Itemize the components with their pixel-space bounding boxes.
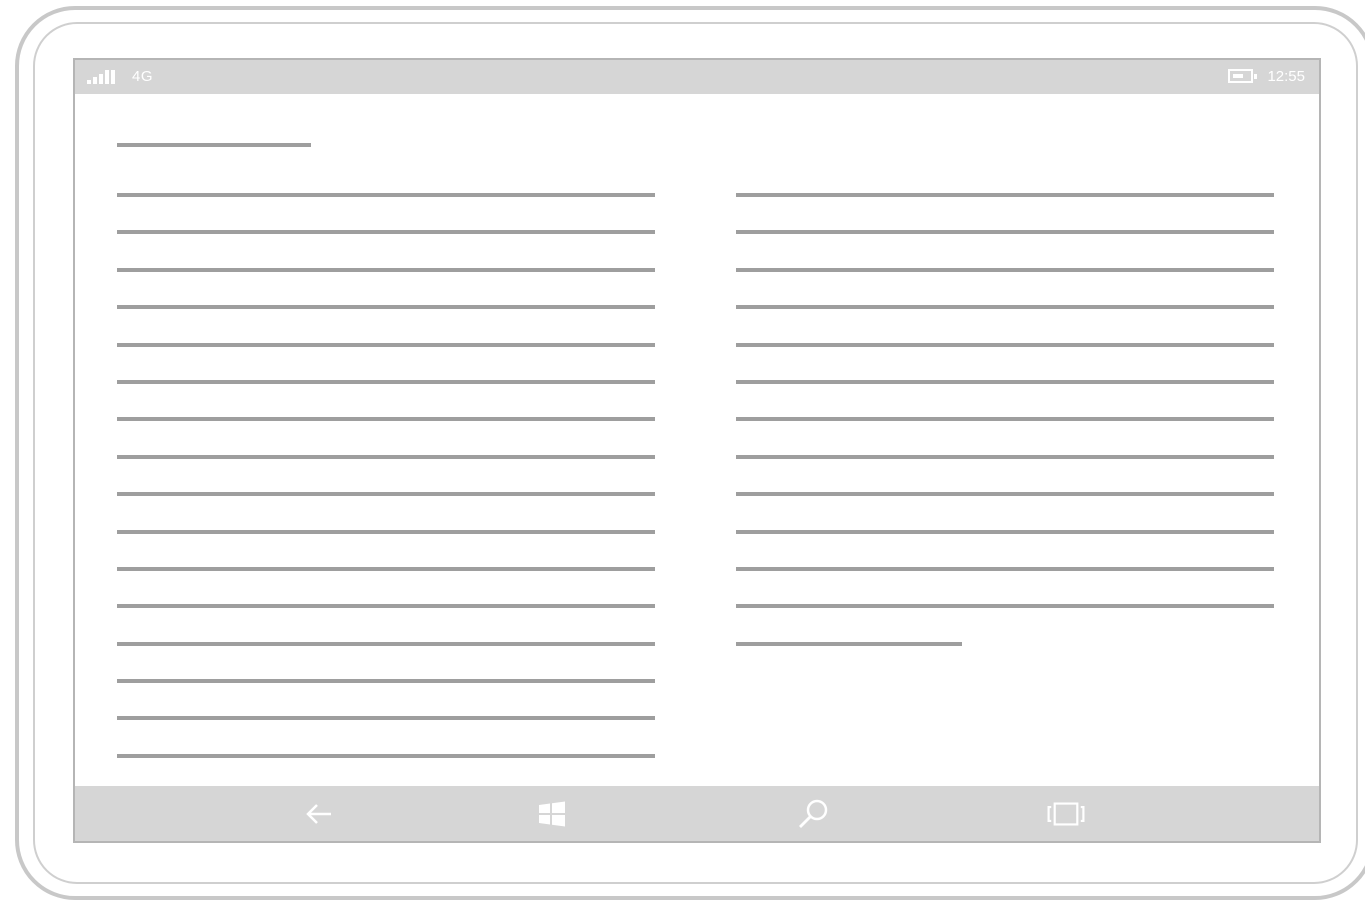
tablet-screen: 4G 12:55 xyxy=(73,58,1321,843)
title-placeholder-line xyxy=(117,143,311,147)
text-placeholder-line xyxy=(117,193,655,197)
search-button[interactable] xyxy=(793,794,833,834)
navigation-bar xyxy=(75,786,1319,841)
text-placeholder-line xyxy=(736,641,962,646)
text-placeholder-line xyxy=(117,417,655,422)
text-placeholder-line xyxy=(736,379,1274,384)
signal-bars-icon xyxy=(87,70,119,84)
text-placeholder-line xyxy=(117,641,655,646)
back-button[interactable] xyxy=(299,794,339,834)
text-placeholder-line xyxy=(736,305,1274,310)
search-icon xyxy=(799,799,828,828)
text-placeholder-line xyxy=(736,417,1274,422)
task-view-icon xyxy=(1047,802,1085,826)
text-placeholder-line xyxy=(736,566,1274,571)
text-placeholder-line xyxy=(736,267,1274,272)
text-placeholder-line xyxy=(736,342,1274,347)
text-placeholder-line xyxy=(117,230,655,235)
document-content xyxy=(75,94,1319,786)
text-placeholder-line xyxy=(117,716,655,721)
text-placeholder-line xyxy=(117,679,655,684)
text-placeholder-line xyxy=(736,492,1274,497)
battery-icon xyxy=(1228,69,1257,83)
text-placeholder-line xyxy=(117,492,655,497)
status-bar: 4G 12:55 xyxy=(75,60,1319,94)
text-placeholder-line xyxy=(736,529,1274,534)
text-placeholder-line xyxy=(736,604,1274,609)
text-placeholder-line xyxy=(117,529,655,534)
clock-label: 12:55 xyxy=(1267,68,1305,85)
text-placeholder-line xyxy=(117,454,655,459)
text-placeholder-line xyxy=(736,193,1274,197)
text-placeholder-line xyxy=(736,454,1274,459)
text-placeholder-line xyxy=(117,379,655,384)
text-placeholder-line xyxy=(117,753,655,758)
back-arrow-icon xyxy=(306,804,331,824)
windows-logo-icon xyxy=(539,801,565,827)
text-placeholder-line xyxy=(736,230,1274,235)
text-placeholder-line xyxy=(117,342,655,347)
left-text-column xyxy=(117,193,655,791)
text-placeholder-line xyxy=(117,267,655,272)
right-text-column xyxy=(736,193,1274,679)
network-type-label: 4G xyxy=(132,68,154,85)
text-placeholder-line xyxy=(117,566,655,571)
task-view-button[interactable] xyxy=(1046,794,1086,834)
text-placeholder-line xyxy=(117,305,655,310)
start-button[interactable] xyxy=(532,794,572,834)
text-placeholder-line xyxy=(117,604,655,609)
